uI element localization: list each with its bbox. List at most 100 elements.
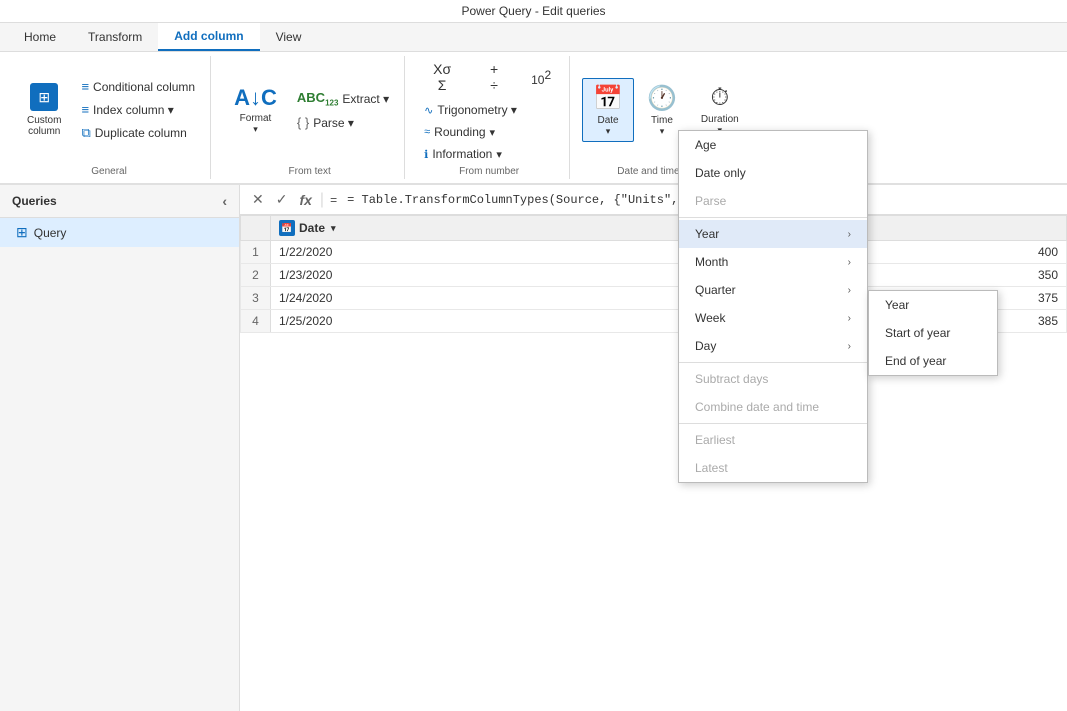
date-type-icon: 📅	[279, 220, 295, 236]
general-group-label: General	[91, 164, 127, 179]
standard-icon: +÷	[490, 61, 498, 93]
ribbon-group-general: ⊞ Customcolumn ≡ Conditional column ≡ In…	[8, 56, 211, 179]
info-label: Information	[432, 147, 492, 161]
sidebar-item-label: Query	[34, 226, 67, 240]
scientific-button[interactable]: 102	[521, 56, 561, 98]
format-arrow: ▾	[253, 124, 258, 135]
dropdown-item-week[interactable]: Week ›	[679, 304, 867, 332]
ribbon-group-from-number: XσΣ +÷ 102 ∿ Trigonometry ▾	[409, 56, 570, 179]
year-label: Year	[695, 227, 719, 241]
table-row[interactable]: 1 1/22/2020 400	[241, 241, 1067, 264]
date-label: Date	[598, 115, 619, 126]
tab-view[interactable]: View	[260, 23, 318, 51]
time-label: Time	[651, 115, 673, 126]
dropdown-item-combine: Combine date and time	[679, 393, 867, 421]
trig-icon: ∿	[424, 104, 433, 117]
ribbon: Home Transform Add column View ⊞ Customc…	[0, 23, 1067, 185]
from-text-label: From text	[289, 164, 331, 179]
extract-icon: ABC123	[297, 90, 339, 108]
scientific-icon: 102	[531, 68, 551, 87]
custom-column-icon: ⊞	[30, 83, 58, 111]
duplicate-icon: ⧉	[81, 125, 90, 141]
date-dropdown-menu: Age Date only Parse Year › Month › Quart…	[678, 130, 868, 483]
parse-label: Parse	[695, 194, 726, 208]
extract-button[interactable]: ABC123 Extract ▾	[290, 87, 396, 111]
rounding-button[interactable]: ≈ Rounding ▾	[417, 122, 561, 142]
row-1-date: 1/22/2020	[271, 241, 735, 264]
month-label: Month	[695, 255, 728, 269]
duplicate-label: Duplicate column	[95, 126, 187, 140]
conditional-column-button[interactable]: ≡ Conditional column	[74, 76, 202, 97]
from-text-buttons: A↓C Format ▾ ABC123 Extract ▾ { } Parse …	[223, 56, 396, 164]
week-chevron: ›	[848, 313, 851, 324]
format-button[interactable]: A↓C Format ▾	[223, 78, 288, 142]
from-number-buttons: XσΣ +÷ 102 ∿ Trigonometry ▾	[417, 56, 561, 164]
date-column-header[interactable]: 📅 Date ▾	[271, 216, 735, 241]
start-of-year-label: Start of year	[885, 326, 950, 340]
year-submenu: Year Start of year End of year	[868, 290, 998, 376]
dropdown-item-month[interactable]: Month ›	[679, 248, 867, 276]
custom-column-button[interactable]: ⊞ Customcolumn	[16, 78, 72, 142]
tab-add-column[interactable]: Add column	[158, 23, 259, 51]
tab-home[interactable]: Home	[8, 23, 72, 51]
year-chevron: ›	[848, 229, 851, 240]
row-2-date: 1/23/2020	[271, 264, 735, 287]
index-column-button[interactable]: ≡ Index column ▾	[74, 99, 202, 120]
conditional-label: Conditional column	[93, 80, 195, 94]
dropdown-item-latest: Latest	[679, 454, 867, 482]
year-option-label: Year	[885, 298, 909, 312]
statistics-button[interactable]: XσΣ	[417, 56, 467, 98]
dropdown-item-earliest: Earliest	[679, 426, 867, 454]
row-num-2: 2	[241, 264, 271, 287]
format-icon: A↓C	[234, 85, 277, 111]
information-button[interactable]: ℹ Information ▾	[417, 144, 561, 164]
latest-label: Latest	[695, 461, 728, 475]
equals-sign: =	[328, 193, 339, 207]
statistics-icon: XσΣ	[433, 61, 451, 93]
day-chevron: ›	[848, 341, 851, 352]
tab-transform[interactable]: Transform	[72, 23, 158, 51]
duration-icon: ⏱	[710, 84, 729, 112]
parse-button[interactable]: { } Parse ▾	[290, 112, 396, 133]
trigonometry-button[interactable]: ∿ Trigonometry ▾	[417, 100, 561, 120]
dropdown-item-age[interactable]: Age	[679, 131, 867, 159]
month-chevron: ›	[848, 257, 851, 268]
cancel-formula-icon[interactable]: ✕	[248, 189, 268, 210]
date-button[interactable]: 📅 Date ▾	[582, 78, 634, 142]
quarter-chevron: ›	[848, 285, 851, 296]
sidebar-item-query[interactable]: ⊞ Query	[0, 218, 239, 247]
formula-bar: ✕ ✓ fx | =	[240, 185, 1067, 215]
query-icon: ⊞	[16, 224, 28, 241]
general-small-buttons: ≡ Conditional column ≡ Index column ▾ ⧉ …	[74, 76, 202, 144]
sidebar-header: Queries ‹	[0, 185, 239, 218]
time-arrow: ▾	[660, 126, 665, 137]
standard-button[interactable]: +÷	[469, 56, 519, 98]
formula-separator: |	[320, 191, 324, 209]
submenu-item-start-of-year[interactable]: Start of year	[869, 319, 997, 347]
dropdown-item-quarter[interactable]: Quarter ›	[679, 276, 867, 304]
table-header-row: 📅 Date ▾ 123 Units ▾	[241, 216, 1067, 241]
index-icon: ≡	[81, 102, 89, 117]
week-label: Week	[695, 311, 725, 325]
submenu-item-end-of-year[interactable]: End of year	[869, 347, 997, 375]
row-num-4: 4	[241, 310, 271, 333]
dropdown-item-date-only[interactable]: Date only	[679, 159, 867, 187]
date-column-label: Date	[299, 221, 325, 235]
trig-label: Trigonometry ▾	[437, 103, 517, 117]
title-bar: Power Query - Edit queries	[0, 0, 1067, 23]
duplicate-column-button[interactable]: ⧉ Duplicate column	[74, 122, 202, 144]
row-num-1: 1	[241, 241, 271, 264]
ribbon-tabs: Home Transform Add column View	[0, 23, 1067, 52]
general-buttons: ⊞ Customcolumn ≡ Conditional column ≡ In…	[16, 56, 202, 164]
ribbon-content: ⊞ Customcolumn ≡ Conditional column ≡ In…	[0, 52, 1067, 183]
date-column-arrow[interactable]: ▾	[331, 223, 336, 234]
submenu-item-year[interactable]: Year	[869, 291, 997, 319]
sidebar-collapse-icon[interactable]: ‹	[222, 193, 227, 209]
dropdown-item-day[interactable]: Day ›	[679, 332, 867, 360]
table-row[interactable]: 2 1/23/2020 350	[241, 264, 1067, 287]
separator-2	[679, 362, 867, 363]
confirm-formula-icon[interactable]: ✓	[272, 189, 292, 210]
dropdown-item-parse: Parse	[679, 187, 867, 215]
dropdown-item-year[interactable]: Year ›	[679, 220, 867, 248]
index-label: Index column ▾	[93, 103, 174, 117]
